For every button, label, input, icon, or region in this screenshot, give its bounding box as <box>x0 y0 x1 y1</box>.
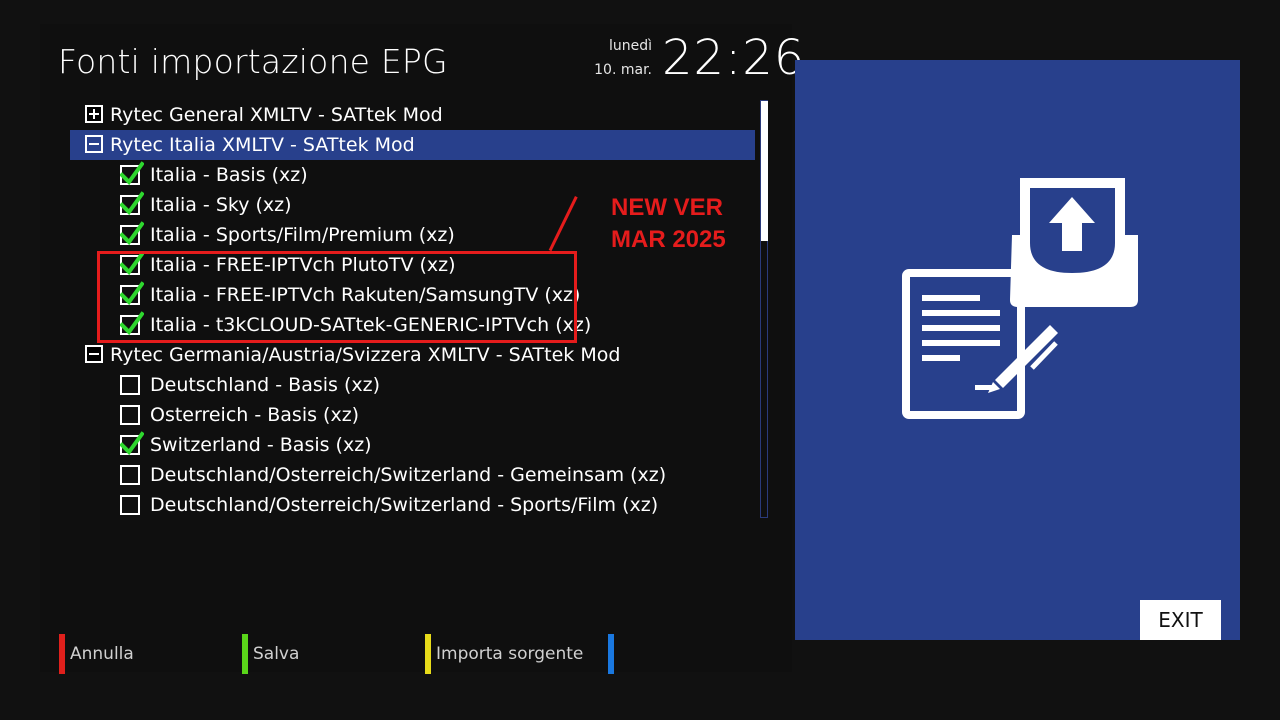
collapse-icon[interactable] <box>85 345 103 363</box>
row-label: Italia - Sky (xz) <box>150 194 292 216</box>
group-row[interactable]: Rytec General XMLTV - SATtek Mod <box>70 100 755 130</box>
yellow-key-label: Importa sorgente <box>436 644 584 664</box>
row-label: Deutschland/Osterreich/Switzerland - Spo… <box>150 494 659 516</box>
scrollbar-thumb[interactable] <box>761 101 768 241</box>
source-row[interactable]: Deutschland/Osterreich/Switzerland - Gem… <box>70 460 755 490</box>
group-row[interactable]: Rytec Italia XMLTV - SATtek Mod <box>70 130 755 160</box>
row-label: Switzerland - Basis (xz) <box>150 434 372 456</box>
row-label: Italia - Sports/Film/Premium (xz) <box>150 224 455 246</box>
source-row[interactable]: Deutschland/Osterreich/Switzerland - Spo… <box>70 490 755 520</box>
clock: 22:26 <box>662 30 806 86</box>
source-row[interactable]: Osterreich - Basis (xz) <box>70 400 755 430</box>
date-label: 10. mar. <box>594 62 652 78</box>
group-row[interactable]: Rytec Germania/Austria/Svizzera XMLTV - … <box>70 340 755 370</box>
annotation-line-1: NEW VER <box>611 194 724 221</box>
row-label: Rytec Germania/Austria/Svizzera XMLTV - … <box>110 344 621 366</box>
checkbox-checked-icon[interactable] <box>120 431 144 456</box>
row-label: Deutschland/Osterreich/Switzerland - Gem… <box>150 464 667 486</box>
checkbox-checked-icon[interactable] <box>120 191 144 216</box>
red-key-label: Annulla <box>70 644 134 664</box>
collapse-icon[interactable] <box>85 135 103 153</box>
row-label: Rytec Italia XMLTV - SATtek Mod <box>110 134 415 156</box>
blue-key-indicator <box>608 634 614 674</box>
checkbox-unchecked-icon[interactable] <box>120 465 140 485</box>
source-row[interactable]: Deutschland - Basis (xz) <box>70 370 755 400</box>
row-label: Italia - Basis (xz) <box>150 164 308 186</box>
checkbox-unchecked-icon[interactable] <box>120 375 140 395</box>
source-row[interactable]: Italia - Basis (xz) <box>70 160 755 190</box>
weekday-label: lunedì <box>608 38 652 54</box>
green-key-label: Salva <box>253 644 300 664</box>
green-key-indicator <box>242 634 248 674</box>
checkbox-unchecked-icon[interactable] <box>120 405 140 425</box>
annotation-line-2: MAR 2025 <box>611 226 726 253</box>
row-label: Osterreich - Basis (xz) <box>150 404 360 426</box>
exit-button[interactable]: EXIT <box>1140 600 1221 640</box>
page-title: Fonti importazione EPG <box>58 42 448 81</box>
document-upload-icon <box>902 178 1138 419</box>
row-label: Rytec General XMLTV - SATtek Mod <box>110 104 443 126</box>
row-label: Deutschland - Basis (xz) <box>150 374 380 396</box>
expand-icon[interactable] <box>85 105 103 123</box>
annotation-text: NEW VER MAR 2025 <box>611 192 726 256</box>
checkbox-unchecked-icon[interactable] <box>120 495 140 515</box>
checkbox-checked-icon[interactable] <box>120 161 144 186</box>
annotation-box <box>97 251 577 343</box>
source-row[interactable]: Switzerland - Basis (xz) <box>70 430 755 460</box>
red-key-indicator <box>59 634 65 674</box>
yellow-key-indicator <box>425 634 431 674</box>
checkbox-checked-icon[interactable] <box>120 221 144 246</box>
